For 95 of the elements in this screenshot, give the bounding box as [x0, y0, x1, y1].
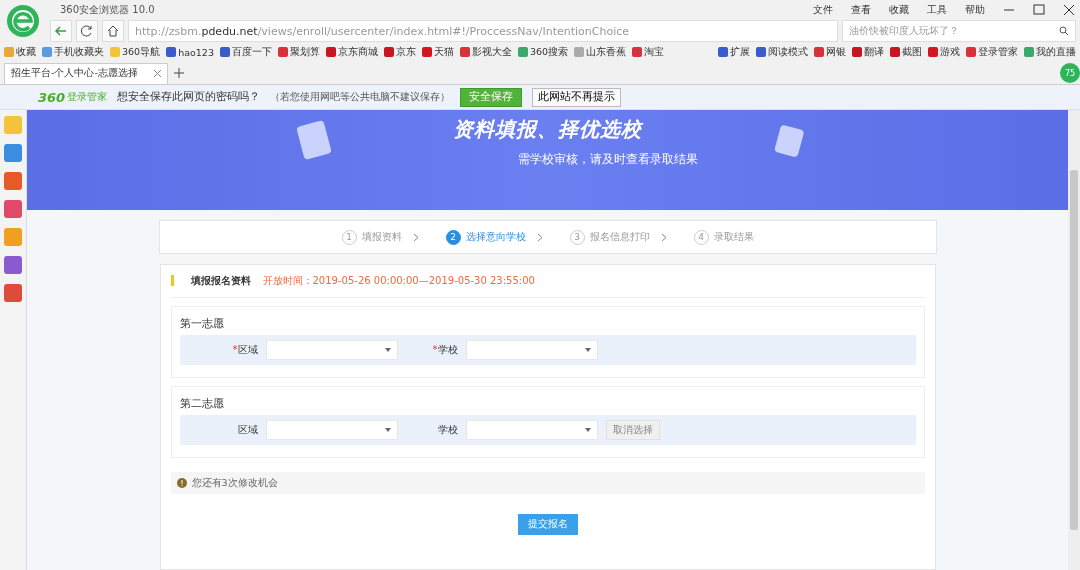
bookmark-icon	[890, 47, 900, 57]
toolbar-item[interactable]: 阅读模式	[768, 45, 808, 59]
sidebar-app-icon[interactable]	[4, 228, 22, 246]
toolbar-item[interactable]: 我的直播	[1036, 45, 1076, 59]
bookmark-icon	[852, 47, 862, 57]
menu-item[interactable]: 文件	[808, 3, 838, 17]
bookmark-link[interactable]: 聚划算	[289, 45, 320, 59]
bookmark-icon	[166, 47, 177, 57]
brand-label: 登录管家	[67, 90, 108, 104]
banner-title: 资料填报、择优选校	[453, 116, 642, 143]
bookmark-icon	[42, 47, 52, 57]
dropdown-arrow-icon	[584, 428, 591, 432]
bookmark-icon	[517, 47, 528, 57]
bookmark-icon	[219, 47, 230, 57]
bookmark-icon	[966, 47, 976, 57]
bookmark-icon	[110, 47, 120, 57]
brand-label: 360	[38, 89, 66, 105]
field-label: *区域	[231, 343, 258, 357]
never-button[interactable]: 此网站不再提示	[532, 87, 622, 107]
bookmark-icon	[756, 47, 766, 57]
banner-subtitle: 需学校审核，请及时查看录取结果	[517, 151, 698, 168]
bookmark-link[interactable]: 360搜索	[529, 45, 569, 59]
dropdown-arrow-icon	[384, 348, 391, 352]
bookmark-link[interactable]: 山东香蕉	[586, 45, 627, 59]
step-tab[interactable]: 2 选择意向学校	[439, 228, 550, 246]
prompt-text: 想安全保存此网页的密码吗？	[117, 90, 261, 104]
bookmark-link[interactable]: hao123	[178, 46, 214, 58]
bookmark-icon	[4, 47, 14, 57]
browser-logo-icon	[6, 4, 40, 38]
close-tab-icon[interactable]	[154, 70, 161, 77]
bookmark-link[interactable]: 收藏	[16, 45, 36, 59]
bookmark-icon	[574, 47, 585, 57]
dropdown-arrow-icon	[384, 428, 391, 432]
sidebar-app-icon[interactable]	[4, 256, 22, 274]
bookmark-link[interactable]: 手机收藏夹	[54, 45, 104, 59]
warning-icon	[176, 478, 187, 488]
choice-title: 第一志愿	[179, 316, 225, 331]
window-title: 360安全浏览器 10.0	[60, 3, 155, 17]
menu-item[interactable]: 收藏	[884, 3, 914, 17]
bookmark-icon	[928, 47, 938, 57]
bookmark-icon	[1024, 47, 1034, 57]
select-field[interactable]	[465, 420, 598, 440]
bookmark-icon	[277, 47, 288, 57]
select-field[interactable]	[465, 340, 598, 360]
refresh-icon[interactable]	[76, 20, 98, 42]
menu-item[interactable]: 帮助	[960, 3, 990, 17]
bookmark-icon	[814, 47, 824, 57]
bookmark-link[interactable]: 淘宝	[644, 45, 665, 59]
field-label: 区域	[236, 423, 258, 437]
toolbar-item[interactable]: 游戏	[940, 45, 960, 59]
sidebar-app-icon[interactable]	[4, 200, 22, 218]
bookmark-icon	[421, 47, 432, 57]
sidebar-app-icon[interactable]	[4, 144, 22, 162]
bookmark-link[interactable]: 京东	[395, 45, 416, 59]
notice-text: 您还有3次修改机会	[191, 476, 278, 490]
chevron-icon	[412, 232, 420, 242]
toolbar-item[interactable]: 网银	[826, 45, 846, 59]
chevron-icon	[536, 232, 544, 242]
prompt-note: （若您使用网吧等公共电脑不建议保存）	[270, 90, 451, 104]
field-label: *学校	[431, 343, 458, 357]
sidebar-app-icon[interactable]	[4, 172, 22, 190]
menu-item[interactable]: 查看	[846, 3, 876, 17]
open-time: 开放时间：2019-05-26 00:00:00—2019-05-30 23:55:00	[262, 274, 535, 288]
bookmark-icon	[632, 47, 643, 57]
bookmark-link[interactable]: 百度一下	[231, 45, 272, 59]
sidebar-app-icon[interactable]	[4, 116, 22, 134]
search-icon[interactable]	[1059, 26, 1069, 36]
select-field[interactable]	[265, 340, 398, 360]
document-icon	[297, 120, 331, 160]
scrollbar[interactable]	[1068, 110, 1080, 570]
address-field[interactable]: http://zsbm.pdedu.net/views/enroll/usercenter/index.html#!/ProccessNav/IntentionChoice	[128, 20, 838, 42]
menu-item[interactable]: 工具	[922, 3, 952, 17]
choice-title: 第二志愿	[179, 396, 225, 411]
new-tab-icon[interactable]	[174, 68, 184, 78]
bookmark-icon	[325, 47, 336, 57]
section-title: 填报报名资料	[190, 274, 251, 288]
browser-tab[interactable]: 招生平台-个人中心-志愿选择	[4, 62, 168, 84]
back-icon[interactable]	[50, 20, 72, 42]
toolbar-item[interactable]: 登录管家	[978, 45, 1018, 59]
dropdown-arrow-icon	[584, 348, 591, 352]
toolbar-item[interactable]: 扩展	[730, 45, 750, 59]
home-icon[interactable]	[102, 20, 124, 42]
toolbar-item[interactable]: 截图	[902, 45, 922, 59]
bookmark-link[interactable]: 天猫	[433, 45, 454, 59]
bookmark-icon	[383, 47, 394, 57]
chevron-icon	[660, 232, 668, 242]
bookmark-icon	[459, 47, 470, 57]
bookmark-link[interactable]: 360导航	[122, 45, 161, 59]
bookmark-icon	[718, 47, 728, 57]
select-field[interactable]	[265, 420, 398, 440]
toolbar-item[interactable]: 翻译	[864, 45, 884, 59]
field-label: 学校	[436, 423, 458, 437]
bookmark-link[interactable]: 影视大全	[471, 45, 512, 59]
sidebar-app-icon[interactable]	[4, 284, 22, 302]
bookmark-link[interactable]: 京东商城	[337, 45, 378, 59]
